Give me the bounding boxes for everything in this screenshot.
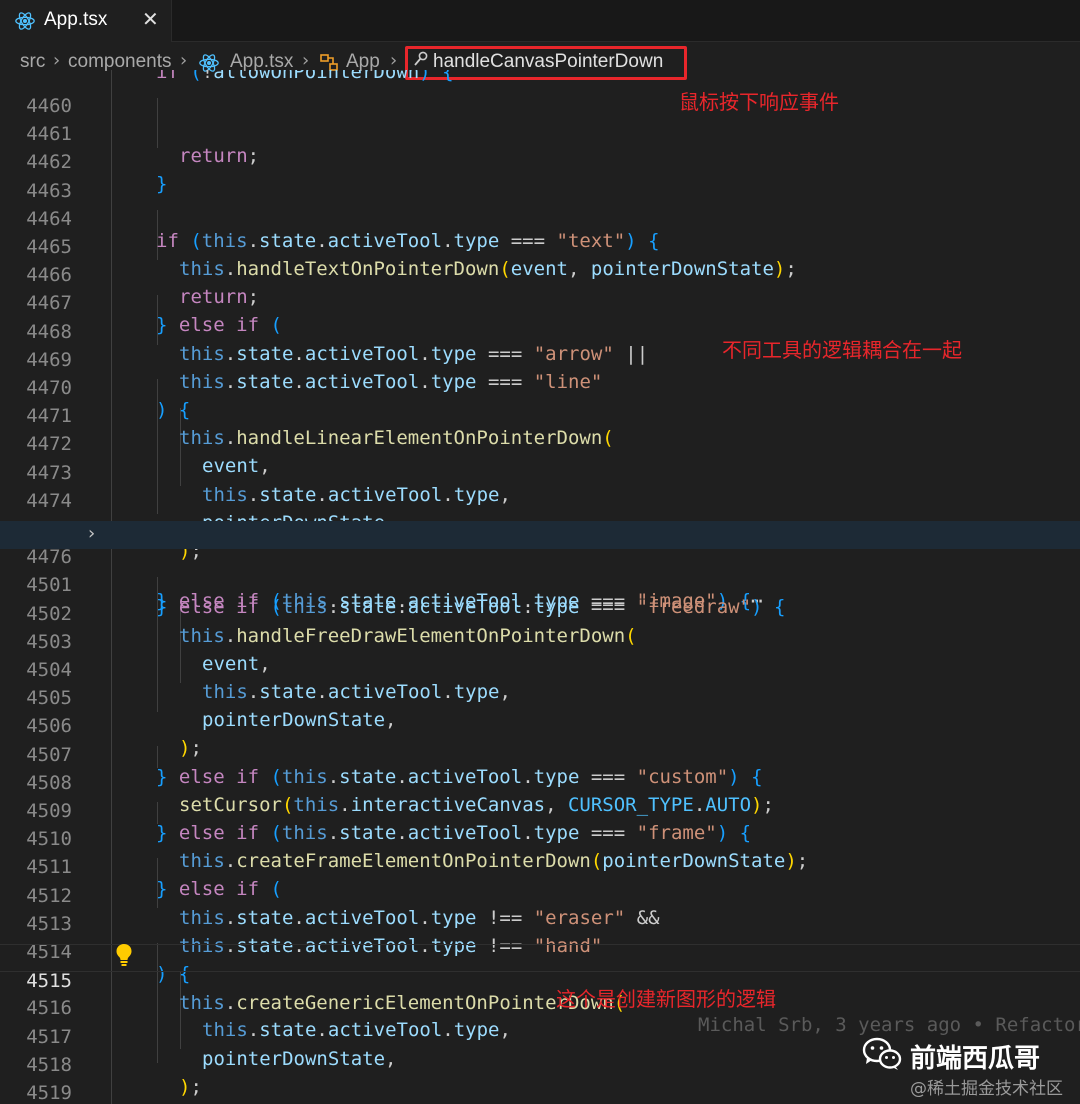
tab-app-tsx[interactable]: App.tsx ✕ [0,0,172,42]
chevron-right-icon: › [180,50,188,71]
code-line: 4511 } else if ( [26,856,282,901]
code-line: 4514 ) { [26,941,191,985]
code-line: 4504 this.state.activeTool.type, [26,659,511,703]
code-line: 4512 this.state.activeTool.type !== "era… [26,884,660,929]
code-line: 4471 this.handleLinearElementOnPointerDo… [26,405,614,450]
wechat-icon [862,1037,902,1070]
code-line: 4502 this.handleFreeDrawElementOnPointer… [26,602,637,647]
code-line: 4468 this.state.activeTool.type === "arr… [26,320,649,365]
code-line: 4517 pointerDownState, [26,1025,397,1070]
code-line: 4510 this.createFrameElementOnPointerDow… [26,828,809,873]
code-line: 4507 } else if (this.state.activeTool.ty… [26,743,763,788]
code-line: 4461 return; [26,123,260,168]
close-icon[interactable]: ✕ [142,7,159,31]
code-line: 4460 if (!allowOnPointerDown) { [26,70,454,117]
chevron-right-icon[interactable]: › [88,523,95,544]
code-line: 4472 event, [26,433,271,478]
tab-bar: App.tsx ✕ [0,0,1080,42]
code-line: 4513 this.state.activeTool.type !== "han… [26,912,603,957]
code-line: 4503 event, [26,630,271,675]
code-line-folded: 4476 › } else if (this.state.activeTool.… [0,521,1080,612]
lightbulb-icon[interactable] [115,943,133,967]
code-line: 4463 [26,179,72,202]
code-line: 4465 this.handleTextOnPointerDown(event,… [26,236,797,280]
watermark-site: @稀土掘金技术社区 [910,1079,1063,1099]
code-line: 4508 setCursor(this.interactiveCanvas, C… [26,771,774,816]
code-line: 4462 } [26,151,168,196]
annotation-coupled-logic: 不同工具的逻辑耦合在一起 [722,338,962,362]
code-line: 4501 } else if (this.state.activeTool.ty… [26,574,786,619]
code-line: 4474 pointerDownState, [26,489,396,534]
tab-label: App.tsx [44,9,108,30]
chevron-right-icon: › [302,50,310,71]
code-editor[interactable]: 4460 if (!allowOnPointerDown) { 4461 ret… [0,70,1080,1104]
react-icon [15,12,35,30]
annotation-pointer-down: 鼠标按下响应事件 [679,90,839,114]
annotation-create-shape: 这个是创建新图形的逻辑 [556,987,776,1011]
watermark-name: 前端西瓜哥 [910,1044,1041,1074]
code-line: 4466 return; [26,264,260,309]
code-line: 4509 } else if (this.state.activeTool.ty… [26,800,752,844]
code-line: 4467 } else if ( [26,292,282,337]
code-line: 4464 if (this.state.activeTool.type === … [26,207,660,252]
code-line: 4473 this.state.activeTool.type, [26,461,511,506]
chevron-right-icon: › [390,50,398,71]
code-line-current: 4515 this.createGenericElementOnPointerD… [0,944,1080,1036]
code-line: 4506 ); [26,715,202,760]
code-line: 4516 this.state.activeTool.type, [26,997,511,1042]
chevron-right-icon: › [53,50,61,71]
code-line: 4505 pointerDownState, [26,687,397,732]
code-line: 4475 ); [26,518,202,562]
